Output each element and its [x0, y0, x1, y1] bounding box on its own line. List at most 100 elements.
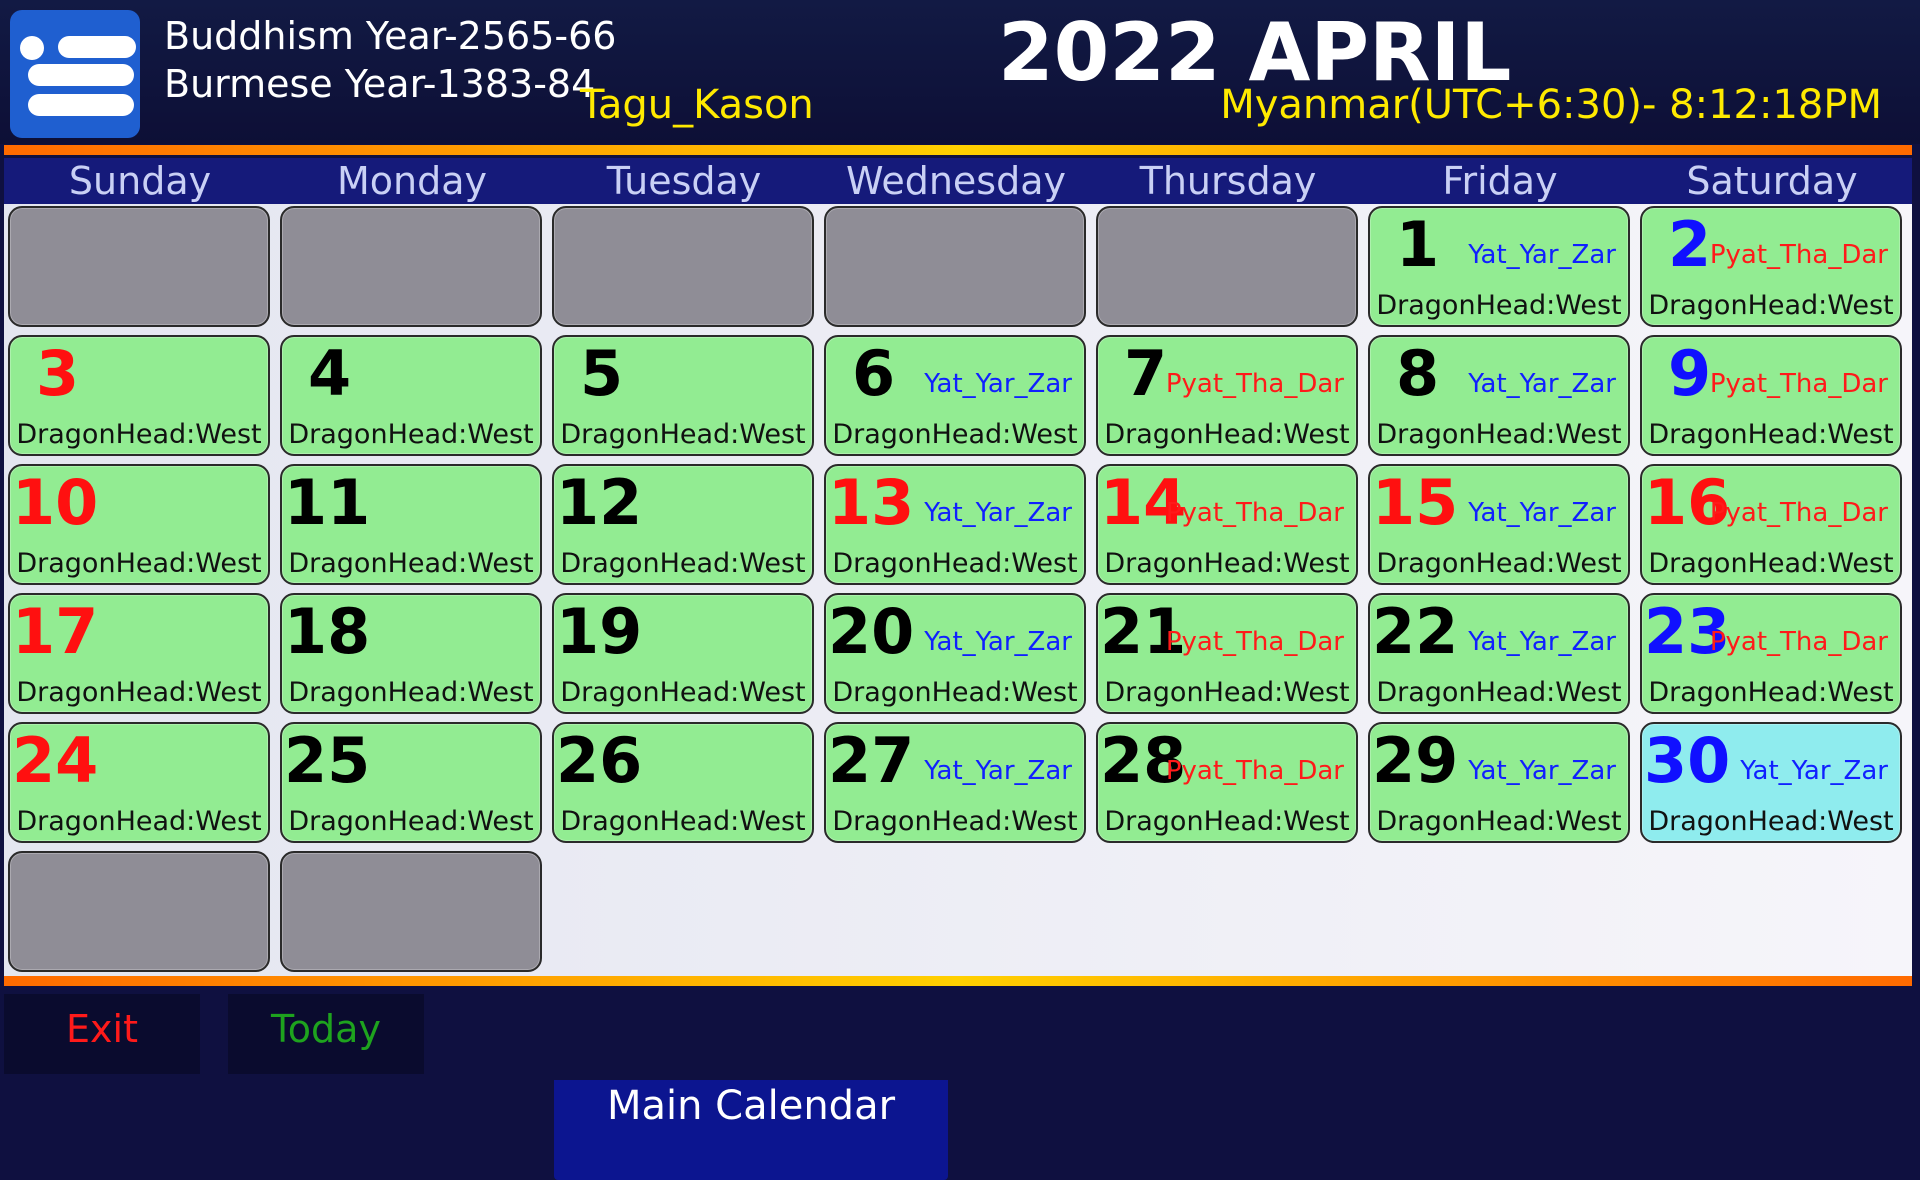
menu-dot [20, 36, 44, 60]
day-number: 10 [12, 466, 99, 539]
day-number: 1 [1396, 208, 1440, 281]
menu-bar-top [58, 36, 136, 58]
weekday-friday: Friday [1442, 159, 1558, 203]
day-cell[interactable]: 10 DragonHead:West [8, 464, 270, 585]
dragon-head-label: DragonHead:West [1376, 806, 1622, 837]
dragon-head-label: DragonHead:West [16, 806, 262, 837]
day-number: 8 [1396, 337, 1440, 410]
day-number: 17 [12, 595, 99, 668]
dragon-head-label: DragonHead:West [288, 419, 534, 450]
day-cell[interactable]: 22 Yat_Yar_Zar DragonHead:West [1368, 593, 1630, 714]
day-tag: Pyat_Tha_Dar [1709, 627, 1888, 657]
day-tag: Yat_Yar_Zar [1468, 756, 1616, 786]
dragon-head-label: DragonHead:West [1104, 677, 1350, 708]
day-cell[interactable]: 13 Yat_Yar_Zar DragonHead:West [824, 464, 1086, 585]
dragon-head-label: DragonHead:West [560, 806, 806, 837]
empty-day-cell [1096, 206, 1358, 327]
day-tag: Pyat_Tha_Dar [1165, 498, 1344, 528]
day-cell[interactable]: 21 Pyat_Tha_Dar DragonHead:West [1096, 593, 1358, 714]
day-cell[interactable]: 9 Pyat_Tha_Dar DragonHead:West [1640, 335, 1902, 456]
day-cell[interactable]: 6 Yat_Yar_Zar DragonHead:West [824, 335, 1086, 456]
dragon-head-label: DragonHead:West [1376, 548, 1622, 579]
footer-bar: Exit Today [0, 986, 1920, 1080]
day-number: 13 [828, 466, 915, 539]
empty-day-cell [280, 206, 542, 327]
dragon-head-label: DragonHead:West [16, 548, 262, 579]
buddhism-year: Buddhism Year-2565-66 [164, 14, 617, 58]
day-cell[interactable]: 3 DragonHead:West [8, 335, 270, 456]
empty-day-cell [824, 206, 1086, 327]
day-cell[interactable]: 15 Yat_Yar_Zar DragonHead:West [1368, 464, 1630, 585]
day-tag: Pyat_Tha_Dar [1165, 756, 1344, 786]
dragon-head-label: DragonHead:West [1648, 419, 1894, 450]
day-cell[interactable]: 20 Yat_Yar_Zar DragonHead:West [824, 593, 1086, 714]
day-cell[interactable]: 18 DragonHead:West [280, 593, 542, 714]
day-cell[interactable]: 25 DragonHead:West [280, 722, 542, 843]
day-cell[interactable]: 7 Pyat_Tha_Dar DragonHead:West [1096, 335, 1358, 456]
day-tag: Pyat_Tha_Dar [1709, 369, 1888, 399]
day-tag: Yat_Yar_Zar [1468, 498, 1616, 528]
dragon-head-label: DragonHead:West [832, 677, 1078, 708]
menu-button[interactable] [10, 10, 140, 138]
day-number: 3 [36, 337, 80, 410]
weekday-tuesday: Tuesday [606, 159, 762, 203]
day-number: 29 [1372, 724, 1459, 797]
day-number: 27 [828, 724, 915, 797]
day-tag: Yat_Yar_Zar [1468, 240, 1616, 270]
day-cell[interactable]: 19 DragonHead:West [552, 593, 814, 714]
day-number: 30 [1644, 724, 1731, 797]
day-cell[interactable]: 4 DragonHead:West [280, 335, 542, 456]
day-tag: Pyat_Tha_Dar [1709, 498, 1888, 528]
dragon-head-label: DragonHead:West [16, 419, 262, 450]
season-label: Tagu_Kason [580, 82, 814, 128]
day-cell[interactable]: 8 Yat_Yar_Zar DragonHead:West [1368, 335, 1630, 456]
dragon-head-label: DragonHead:West [1648, 677, 1894, 708]
day-cell[interactable]: 5 DragonHead:West [552, 335, 814, 456]
weekday-sunday: Sunday [68, 159, 212, 203]
day-number: 5 [580, 337, 624, 410]
dragon-head-label: DragonHead:West [1104, 548, 1350, 579]
day-cell[interactable]: 1 Yat_Yar_Zar DragonHead:West [1368, 206, 1630, 327]
exit-button[interactable]: Exit [4, 994, 200, 1074]
empty-day-cell [8, 851, 270, 972]
today-button[interactable]: Today [228, 994, 424, 1074]
dragon-head-label: DragonHead:West [1376, 677, 1622, 708]
menu-bar-middle [28, 64, 134, 86]
day-tag: Yat_Yar_Zar [924, 756, 1072, 786]
day-cell[interactable]: 12 DragonHead:West [552, 464, 814, 585]
day-number: 2 [1668, 208, 1712, 281]
header-divider [4, 145, 1912, 155]
day-number: 4 [308, 337, 352, 410]
empty-day-cell [8, 206, 270, 327]
day-cell[interactable]: 29 Yat_Yar_Zar DragonHead:West [1368, 722, 1630, 843]
header-bar: Buddhism Year-2565-66 Burmese Year-1383-… [0, 0, 1920, 144]
dragon-head-label: DragonHead:West [560, 548, 806, 579]
day-cell[interactable]: 24 DragonHead:West [8, 722, 270, 843]
dragon-head-label: DragonHead:West [1648, 806, 1894, 837]
day-number: 6 [852, 337, 896, 410]
day-cell[interactable]: 14 Pyat_Tha_Dar DragonHead:West [1096, 464, 1358, 585]
day-tag: Pyat_Tha_Dar [1709, 240, 1888, 270]
weekday-saturday: Saturday [1686, 159, 1858, 203]
day-tag: Yat_Yar_Zar [924, 498, 1072, 528]
day-number: 7 [1124, 337, 1168, 410]
empty-day-cell [552, 206, 814, 327]
dragon-head-label: DragonHead:West [832, 548, 1078, 579]
day-cell[interactable]: 2 Pyat_Tha_Dar DragonHead:West [1640, 206, 1902, 327]
day-cell[interactable]: 26 DragonHead:West [552, 722, 814, 843]
day-cell[interactable]: 16 Pyat_Tha_Dar DragonHead:West [1640, 464, 1902, 585]
day-cell[interactable]: 30 Yat_Yar_Zar DragonHead:West [1640, 722, 1902, 843]
day-cell[interactable]: 28 Pyat_Tha_Dar DragonHead:West [1096, 722, 1358, 843]
day-cell[interactable]: 17 DragonHead:West [8, 593, 270, 714]
day-cell[interactable]: 11 DragonHead:West [280, 464, 542, 585]
day-cell[interactable]: 27 Yat_Yar_Zar DragonHead:West [824, 722, 1086, 843]
day-cell[interactable]: 23 Pyat_Tha_Dar DragonHead:West [1640, 593, 1902, 714]
day-tag: Pyat_Tha_Dar [1165, 369, 1344, 399]
day-tag: Pyat_Tha_Dar [1165, 627, 1344, 657]
weekday-monday: Monday [336, 159, 487, 203]
dragon-head-label: DragonHead:West [1648, 548, 1894, 579]
calendar-grid: 30 Yat_Yar_Zar DragonHead:West 29 Yat_Yar_Za… [4, 204, 1912, 1180]
day-number: 22 [1372, 595, 1459, 668]
day-tag: Yat_Yar_Zar [924, 369, 1072, 399]
dragon-head-label: DragonHead:West [832, 419, 1078, 450]
